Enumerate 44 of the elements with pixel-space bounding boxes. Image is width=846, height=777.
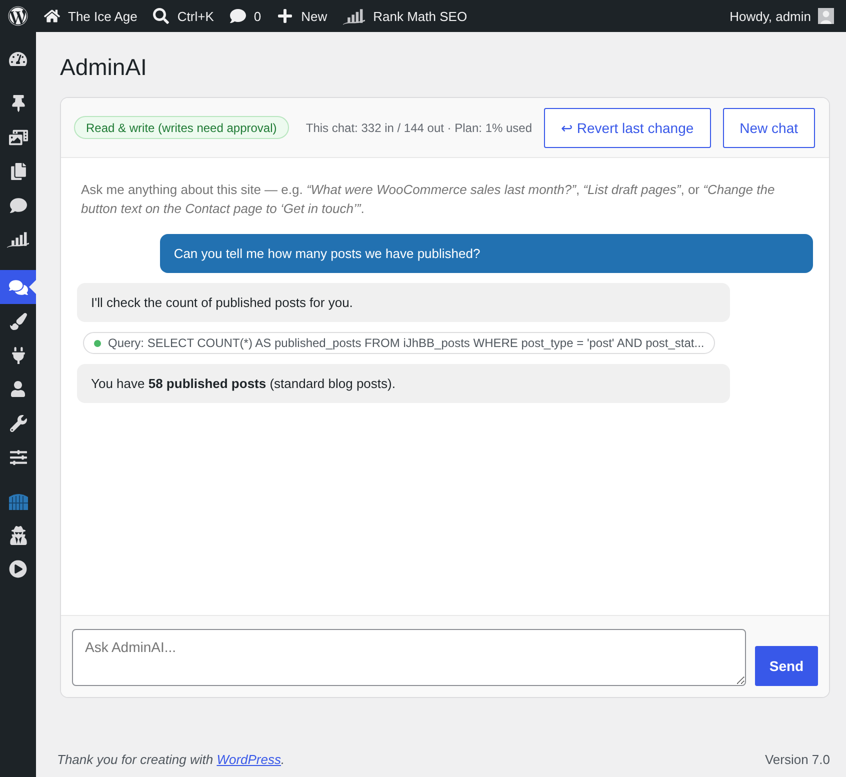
query-text: Query: SELECT COUNT(*) AS published_posts FROM iJhBB_posts WHERE post_type = 'post' AND post_stat... bbox=[108, 336, 704, 350]
documents-icon bbox=[10, 162, 26, 180]
user-icon bbox=[10, 381, 26, 397]
person-with-hat-icon bbox=[8, 526, 28, 544]
site-name-link[interactable]: The Ice Age bbox=[36, 0, 146, 32]
wrench-icon bbox=[10, 414, 26, 432]
building-icon bbox=[8, 492, 28, 510]
send-button[interactable]: Send bbox=[755, 646, 818, 686]
access-mode-badge: Read & write (writes need approval) bbox=[74, 116, 289, 139]
message-input[interactable]: Ask AdminAI... bbox=[72, 629, 746, 686]
chat-bubbles-icon bbox=[8, 278, 28, 296]
bar-chart-icon bbox=[7, 230, 29, 248]
plug-icon bbox=[10, 346, 26, 364]
footer-credit-text: Thank you for creating with WordPress. bbox=[57, 751, 285, 769]
page-title: AdminAI bbox=[60, 53, 148, 82]
w-logo-icon bbox=[8, 6, 28, 26]
account-link[interactable]: Howdy, admin bbox=[722, 0, 842, 32]
revert-button[interactable]: ↩ Revert last change bbox=[544, 108, 711, 148]
bar-chart-icon bbox=[343, 8, 366, 24]
play-icon bbox=[9, 560, 27, 578]
gauge-icon bbox=[9, 50, 27, 68]
user-message: Can you tell me how many posts we have published? bbox=[160, 234, 813, 273]
speech-bubble-icon bbox=[230, 8, 246, 24]
image-gallery-icon bbox=[8, 128, 28, 146]
assistant-message: You have 58 published posts (standard blog posts). bbox=[77, 364, 730, 403]
new-chat-button[interactable]: New chat bbox=[722, 108, 815, 148]
admin-menu-item[interactable] bbox=[0, 270, 36, 304]
pin-icon bbox=[10, 94, 26, 112]
speech-bubble-icon bbox=[10, 196, 26, 214]
plus-icon bbox=[277, 8, 294, 24]
version-text: Version 7.0 bbox=[764, 751, 830, 769]
home-icon bbox=[44, 8, 60, 24]
paintbrush-icon bbox=[10, 312, 26, 330]
search-link[interactable]: Ctrl+K bbox=[145, 0, 222, 32]
sliders-icon bbox=[10, 448, 26, 466]
avatar-icon bbox=[818, 8, 834, 24]
usage-text: This chat: 332 in / 144 out · Plan: 1% used bbox=[306, 120, 532, 134]
intro-text: Ask me anything about this site — e.g. “What were WooCommerce sales last month?”, “List draft pages”, or “Change the button text on the Contact page to ‘Get in touch’”. bbox=[80, 181, 776, 218]
new-link[interactable]: New bbox=[269, 0, 336, 32]
seo-link[interactable]: Rank Math SEO bbox=[335, 0, 476, 32]
assistant-message: I'll check the count of published posts for you. bbox=[77, 283, 730, 322]
comments-link[interactable]: 0 bbox=[222, 0, 270, 32]
search-icon bbox=[153, 8, 170, 24]
wordpress-link[interactable]: WordPress bbox=[216, 752, 281, 767]
